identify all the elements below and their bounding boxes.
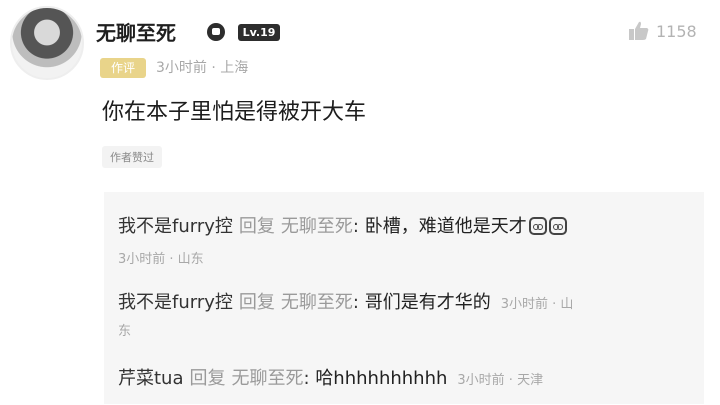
grin-emoji-icon: [548, 217, 567, 235]
reply-colon: :: [352, 216, 359, 237]
reply-colon: :: [352, 292, 359, 313]
comment-text: 你在本子里怕是得被开大车: [102, 100, 367, 125]
reply-label: 回复: [238, 216, 275, 237]
reply-label: 回复: [189, 368, 226, 389]
reply-target[interactable]: 无聊至死: [281, 292, 353, 313]
reply-text: 卧槽，难道他是天才: [364, 216, 527, 237]
reply-item[interactable]: 我不是furry控 回复 无聊至死: 哥们是有才华的 3小时前 · 山: [118, 288, 573, 314]
username[interactable]: 无聊至死: [96, 17, 176, 46]
reply-label: 回复: [238, 292, 275, 313]
reply-author[interactable]: 我不是furry控: [118, 216, 233, 237]
reply-item[interactable]: 芹菜tua 回复 无聊至死: 哈hhhhhhhhhh 3小时前 · 天津: [118, 364, 543, 390]
reply-meta: 3小时前 · 天津: [457, 373, 544, 388]
reply-text: 哈hhhhhhhhhh: [315, 368, 448, 389]
thumbs-up-icon: [629, 21, 649, 40]
like-count: 1158: [656, 21, 697, 41]
author-liked-label: 作者赞过: [102, 146, 162, 168]
comment-meta: 3小时前 · 上海: [156, 60, 249, 76]
user-avatar[interactable]: [10, 6, 84, 80]
reply-author[interactable]: 芹菜tua: [118, 368, 184, 389]
reply-item[interactable]: 我不是furry控 回复 无聊至死: 卧槽，难道他是天才: [118, 212, 567, 238]
reply-meta: 3小时前 · 山: [500, 297, 574, 312]
reply-list: 我不是furry控 回复 无聊至死: 卧槽，难道他是天才 3小时前 · 山东 我不是…: [104, 192, 704, 404]
reply-colon: :: [303, 368, 310, 389]
shield-icon: [207, 23, 225, 41]
like-button[interactable]: 1158: [628, 20, 697, 42]
level-badge: Lv.19: [238, 24, 280, 41]
comment-tag: 作评: [100, 58, 146, 78]
reply-meta-wrap: 东: [118, 324, 132, 339]
reply-target[interactable]: 无聊至死: [281, 216, 353, 237]
reply-text: 哥们是有才华的: [364, 292, 491, 313]
grin-emoji-icon: [528, 217, 547, 235]
reply-meta: 3小时前 · 山东: [118, 252, 204, 267]
reply-target[interactable]: 无聊至死: [232, 368, 304, 389]
reply-author[interactable]: 我不是furry控: [118, 292, 233, 313]
